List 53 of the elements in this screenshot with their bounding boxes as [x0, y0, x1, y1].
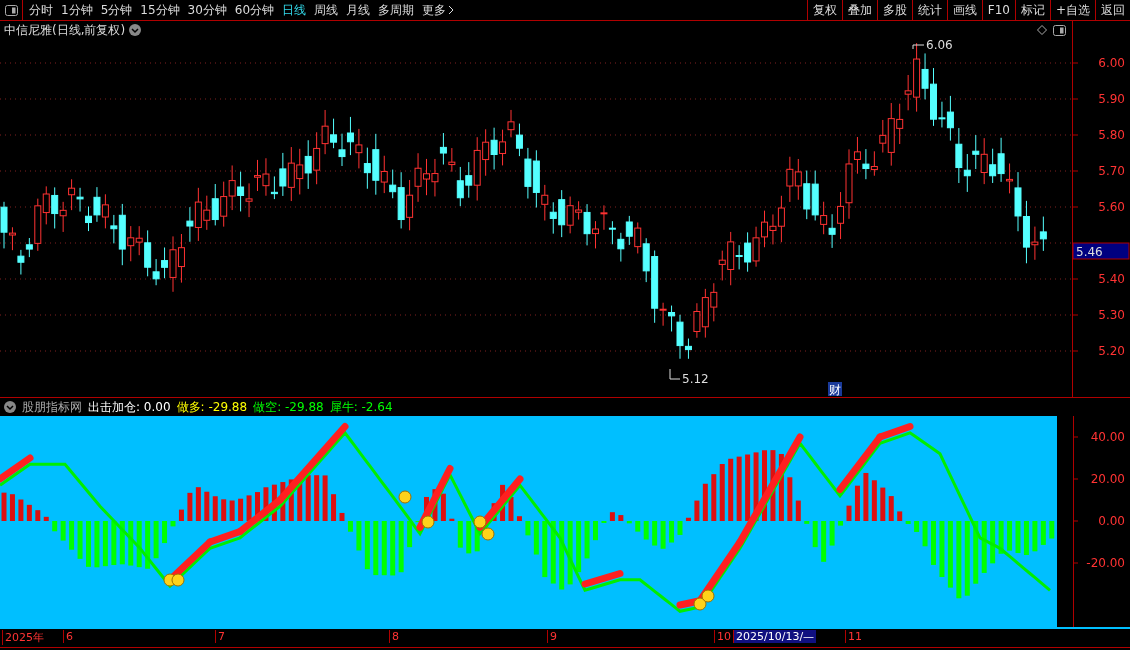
chart-title: 中信尼雅(日线,前复权) [4, 21, 126, 39]
chevron-down-icon[interactable] [4, 401, 16, 413]
axis-label: 0.00 [1098, 514, 1125, 528]
circle-marker-icon [693, 597, 707, 611]
period-tab[interactable]: 日线 [282, 1, 307, 19]
circle-marker-icon [473, 515, 487, 529]
period-tab[interactable]: 15分钟 [140, 1, 180, 19]
axis-label: 5.70 [1098, 164, 1125, 178]
axis-label: 5.30 [1098, 308, 1125, 322]
indicator-reading: 做空: -29.88 [253, 398, 324, 416]
axis-label: 5.20 [1098, 344, 1125, 358]
axis-label: 40.00 [1090, 430, 1125, 444]
period-tab[interactable]: 分时 [29, 1, 53, 19]
date-label: 8 [389, 630, 401, 643]
panel-toggle-icon[interactable] [4, 4, 18, 16]
axis-label: 5.60 [1098, 200, 1125, 214]
axis-label: 5.80 [1098, 128, 1125, 142]
indicator-name: 股朋指标网 [22, 398, 82, 416]
axis-label: -20.00 [1086, 556, 1125, 570]
event-badge[interactable]: 财 [828, 382, 842, 397]
period-tab[interactable]: 周线 [314, 1, 339, 19]
period-tab[interactable]: 1分钟 [61, 1, 93, 19]
period-tab[interactable]: 30分钟 [187, 1, 227, 19]
date-label: 11 [845, 630, 864, 643]
date-label: 2025/10/13/— [733, 630, 817, 643]
circle-marker-icon [701, 589, 715, 603]
axis-label: 5.40 [1098, 272, 1125, 286]
period-tab[interactable]: 月线 [346, 1, 371, 19]
circle-marker-icon [171, 573, 185, 587]
diamond-icon[interactable] [1037, 25, 1047, 35]
circle-marker-icon [481, 527, 495, 541]
last-price-tag: 5.46 [1073, 242, 1130, 260]
chevron-down-icon[interactable] [129, 24, 142, 36]
date-label: 2025年 [2, 630, 46, 645]
circle-marker-icon [421, 515, 435, 529]
indicator-reading: 出击加仓: 0.00 [88, 398, 171, 416]
axis-label: 20.00 [1090, 472, 1125, 486]
axis-label: 6.00 [1098, 56, 1125, 70]
period-tab[interactable]: 更多 [422, 1, 455, 19]
panel-toggle-icon[interactable] [1053, 24, 1066, 36]
period-tab[interactable]: 60分钟 [234, 1, 275, 19]
period-tab[interactable]: 5分钟 [100, 1, 133, 19]
indicator-reading: 做多: -29.88 [176, 398, 248, 416]
period-tab[interactable]: 多周期 [378, 1, 415, 19]
high-price-label: 6.06 [926, 39, 953, 52]
low-price-label: 5.12 [682, 372, 709, 386]
indicator-reading: 犀牛: -2.64 [329, 398, 393, 416]
date-label: 7 [215, 630, 227, 643]
circle-marker-icon [398, 490, 412, 504]
axis-label: 5.90 [1098, 92, 1125, 106]
date-label: 6 [63, 630, 75, 643]
chevron-right-icon [448, 5, 455, 15]
date-label: 9 [547, 630, 559, 643]
